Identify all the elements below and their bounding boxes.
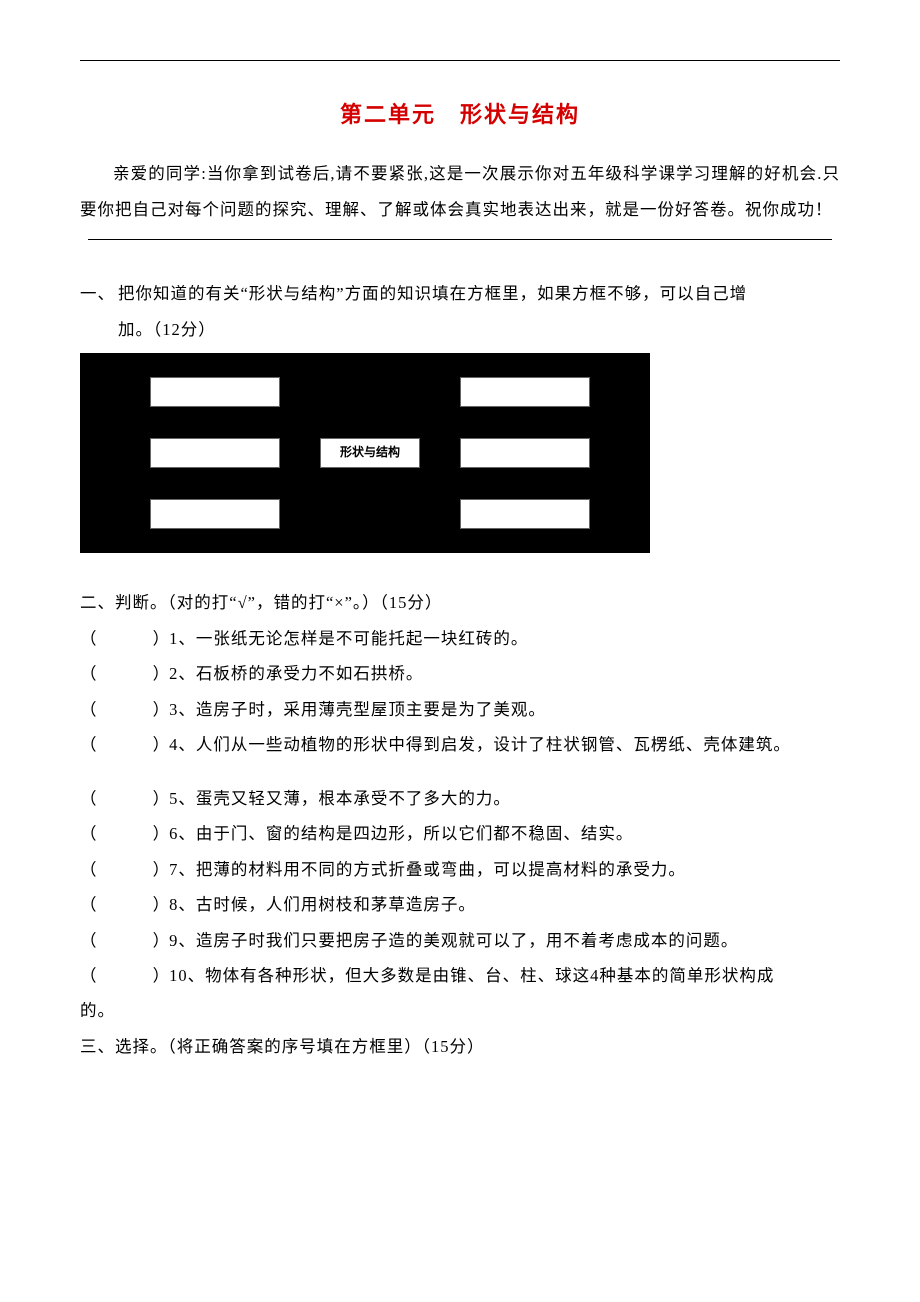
judge-item: 8、古时候，人们用树枝和茅草造房子。 xyxy=(80,887,840,922)
judge-text: 8、古时候，人们用树枝和茅草造房子。 xyxy=(169,895,476,914)
paren-blank[interactable] xyxy=(80,816,169,851)
judge-item: 5、蛋壳又轻又薄，根本承受不了多大的力。 xyxy=(80,781,840,816)
top-rule xyxy=(80,60,840,61)
judge-text: 7、把薄的材料用不同的方式折叠或弯曲，可以提高材料的承受力。 xyxy=(169,860,686,879)
judge-text: 2、石板桥的承受力不如石拱桥。 xyxy=(169,664,423,683)
paren-blank[interactable] xyxy=(80,781,169,816)
paren-blank[interactable] xyxy=(80,852,169,887)
section-2: 二、判断。（对的打“√”，错的打“×”。）（15分） 1、一张纸无论怎样是不可能… xyxy=(80,585,840,1064)
section2-heading: 二、判断。（对的打“√”，错的打“×”。）（15分） xyxy=(80,585,840,620)
judge-item: 3、造房子时，采用薄壳型屋顶主要是为了美观。 xyxy=(80,692,840,727)
section3-heading: 三、选择。（将正确答案的序号填在方框里）（15分） xyxy=(80,1029,840,1064)
paren-blank[interactable] xyxy=(80,923,169,958)
judge-text: 10、物体有各种形状，但大多数是由锥、台、柱、球这4种基本的简单形状构成 xyxy=(169,966,774,985)
mid-rule xyxy=(88,239,832,240)
blank-box[interactable] xyxy=(460,499,590,529)
judge-item-tail: 的。 xyxy=(80,993,840,1028)
judge-item: 9、造房子时我们只要把房子造的美观就可以了，用不着考虑成本的问题。 xyxy=(80,923,840,958)
q1-line1: 把你知道的有关“形状与结构”方面的知识填在方框里，如果方框不够，可以自己增 xyxy=(118,276,840,311)
concept-map-diagram: 形状与结构 xyxy=(80,353,650,553)
judge-text: 3、造房子时，采用薄壳型屋顶主要是为了美观。 xyxy=(169,700,546,719)
blank-box[interactable] xyxy=(150,499,280,529)
paren-blank[interactable] xyxy=(80,692,169,727)
paren-blank[interactable] xyxy=(80,958,169,993)
question-1: 一、 把你知道的有关“形状与结构”方面的知识填在方框里，如果方框不够，可以自己增… xyxy=(80,276,840,553)
judge-item: 7、把薄的材料用不同的方式折叠或弯曲，可以提高材料的承受力。 xyxy=(80,852,840,887)
paren-blank[interactable] xyxy=(80,727,169,762)
q1-line2: 加。（12分） xyxy=(80,312,840,347)
blank-box[interactable] xyxy=(150,377,280,407)
judge-item: 10、物体有各种形状，但大多数是由锥、台、柱、球这4种基本的简单形状构成 xyxy=(80,958,840,993)
judge-text: 6、由于门、窗的结构是四边形，所以它们都不稳固、结实。 xyxy=(169,824,633,843)
paren-blank[interactable] xyxy=(80,887,169,922)
judge-text: 9、造房子时我们只要把房子造的美观就可以了，用不着考虑成本的问题。 xyxy=(169,931,738,950)
paren-blank[interactable] xyxy=(80,621,169,656)
blank-box[interactable] xyxy=(150,438,280,468)
judge-text: 1、一张纸无论怎样是不可能托起一块红砖的。 xyxy=(169,629,528,648)
paren-blank[interactable] xyxy=(80,656,169,691)
judge-text: 4、人们从一些动植物的形状中得到启发，设计了柱状钢管、瓦楞纸、壳体建筑。 xyxy=(169,735,791,754)
blank-box[interactable] xyxy=(460,438,590,468)
judge-item: 4、人们从一些动植物的形状中得到启发，设计了柱状钢管、瓦楞纸、壳体建筑。 xyxy=(80,727,840,762)
blank-box[interactable] xyxy=(460,377,590,407)
center-box: 形状与结构 xyxy=(320,438,420,468)
intro-text: 亲爱的同学:当你拿到试卷后,请不要紧张,这是一次展示你对五年级科学课学习理解的好… xyxy=(80,156,840,227)
judge-item: 1、一张纸无论怎样是不可能托起一块红砖的。 xyxy=(80,621,840,656)
judge-item: 2、石板桥的承受力不如石拱桥。 xyxy=(80,656,840,691)
q1-number: 一、 xyxy=(80,276,118,311)
judge-text: 5、蛋壳又轻又薄，根本承受不了多大的力。 xyxy=(169,789,511,808)
judge-item: 6、由于门、窗的结构是四边形，所以它们都不稳固、结实。 xyxy=(80,816,840,851)
page-title: 第二单元 形状与结构 xyxy=(80,91,840,138)
